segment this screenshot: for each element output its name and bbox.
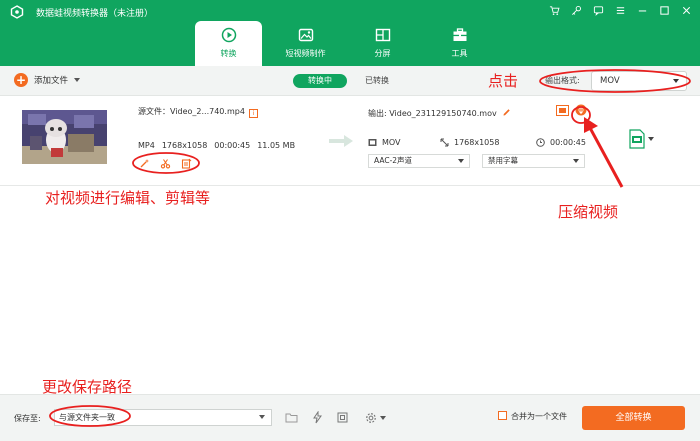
tab-split-screen[interactable]: 分屏 [349, 21, 416, 66]
toolbar: + 添加文件 转换中 已转换 输出格式: MOV [0, 66, 700, 96]
convert-all-button[interactable]: 全部转换 [582, 406, 685, 430]
split-screen-icon [375, 28, 390, 42]
output-format-select[interactable]: MOV [591, 71, 687, 91]
footer-bar: 保存至: 与源文件夹一致 合并为一个文件 全部转换 [0, 394, 700, 441]
main-tabs: 转换 短视频制作 分屏 工具 [195, 21, 503, 66]
output-meta: MOV 1768x1058 00:00:45 [368, 138, 590, 150]
short-video-icon [298, 28, 313, 42]
hardware-acceleration-icon[interactable] [309, 409, 325, 426]
magic-wand-icon[interactable] [139, 158, 150, 169]
audio-track-value: AAC-2声道 [374, 156, 413, 165]
pencil-icon[interactable] [502, 108, 511, 117]
film-icon [368, 139, 377, 146]
annotation-save-path: 更改保存路径 [42, 378, 133, 396]
edit-tools [139, 158, 192, 169]
source-file-name-text: 源文件：Video_2...740.mp4 [138, 107, 245, 116]
annotation-edit: 对视频进行编辑、剪辑等 [45, 189, 211, 207]
output-resolution-info: 1768x1058 [440, 138, 499, 147]
add-file-label: 添加文件 [34, 76, 69, 86]
tab-convert-label: 转换 [220, 49, 237, 58]
tab-tools-label: 工具 [451, 49, 468, 58]
resize-icon [440, 138, 449, 147]
arrow-right-icon [329, 135, 353, 147]
chevron-down-icon [673, 79, 679, 83]
edit-page-icon[interactable] [181, 158, 192, 169]
tab-converting[interactable]: 转换中 [293, 74, 347, 88]
merge-checkbox[interactable] [498, 411, 507, 420]
tab-tools[interactable]: 工具 [426, 21, 493, 66]
toolbox-icon [453, 28, 466, 41]
output-format-label: 输出格式: [545, 76, 580, 85]
chevron-down-icon[interactable] [648, 137, 654, 141]
scissors-icon[interactable] [160, 158, 171, 169]
chevron-down-icon [379, 415, 386, 420]
cart-icon[interactable] [546, 3, 562, 17]
subtitle-select[interactable]: 禁用字幕 [482, 154, 585, 168]
output-resolution: 1768x1058 [454, 138, 500, 147]
source-duration: 00:00:45 [214, 141, 251, 150]
output-duration-info: 00:00:45 [536, 138, 586, 147]
source-meta: MP4 1768x1058 00:00:45 11.05 MB [138, 141, 295, 150]
source-file-name: 源文件：Video_2...740.mp4 i [138, 106, 258, 118]
output-duration: 00:00:45 [550, 138, 586, 147]
output-file-name: 输出: Video_231129150740.mov [368, 108, 511, 119]
tab-convert[interactable]: 转换 [195, 21, 262, 66]
source-size: 11.05 MB [257, 141, 296, 150]
menu-icon[interactable] [612, 3, 628, 17]
compress-icon[interactable] [575, 104, 587, 116]
app-title: 数据蛙视频转换器（未注册） [36, 9, 154, 19]
info-icon[interactable]: i [248, 109, 258, 118]
chevron-down-icon [573, 159, 579, 163]
app-logo-icon [10, 5, 24, 19]
maximize-icon[interactable] [656, 3, 672, 17]
convert-icon [221, 27, 236, 43]
app-window: 数据蛙视频转换器（未注册） 转换 短视频制作 分屏 工具 + 添加文件 转换中 … [0, 0, 700, 441]
tab-split-screen-label: 分屏 [374, 49, 391, 58]
save-path-select[interactable]: 与源文件夹一致 [54, 409, 272, 426]
audio-track-select[interactable]: AAC-2声道 [368, 154, 470, 168]
chevron-down-icon [458, 159, 464, 163]
folder-icon[interactable] [283, 409, 299, 426]
clock-icon [536, 138, 545, 147]
gpu-icon[interactable] [334, 409, 350, 426]
chevron-down-icon[interactable] [74, 78, 81, 82]
close-icon[interactable] [678, 3, 694, 17]
window-controls [546, 3, 694, 17]
save-to-label: 保存至: [14, 414, 41, 423]
tab-short-video-label: 短视频制作 [285, 49, 326, 58]
save-path-value: 与源文件夹一致 [59, 413, 115, 422]
output-format-info: MOV [368, 138, 401, 147]
source-resolution: 1768x1058 [161, 141, 208, 150]
key-icon[interactable] [568, 3, 584, 17]
output-format: MOV [382, 138, 401, 147]
add-file-button[interactable]: + 添加文件 [14, 73, 81, 87]
file-item: 源文件：Video_2...740.mp4 i MP4 1768x1058 00:… [0, 96, 700, 186]
tab-short-video[interactable]: 短视频制作 [272, 21, 339, 66]
merge-label: 合并为一个文件 [511, 412, 567, 421]
annotation-click: 点击 [488, 72, 519, 90]
title-bar: 数据蛙视频转换器（未注册） 转换 短视频制作 分屏 工具 [0, 0, 700, 66]
minimize-icon[interactable] [634, 3, 650, 17]
output-format-value: MOV [600, 76, 620, 86]
video-thumbnail[interactable] [22, 110, 107, 164]
hd-icon[interactable] [556, 105, 569, 116]
source-format: MP4 [138, 141, 155, 150]
chevron-down-icon [259, 415, 265, 419]
settings-button[interactable] [361, 409, 389, 426]
quality-settings-icon[interactable] [629, 129, 645, 149]
subtitle-value: 禁用字幕 [488, 156, 518, 165]
tab-converted[interactable]: 已转换 [365, 74, 389, 88]
feedback-icon[interactable] [590, 3, 606, 17]
output-file-name-text: 输出: Video_231129150740.mov [368, 109, 497, 118]
plus-icon: + [14, 73, 28, 87]
annotation-compress: 压缩视频 [558, 203, 619, 221]
